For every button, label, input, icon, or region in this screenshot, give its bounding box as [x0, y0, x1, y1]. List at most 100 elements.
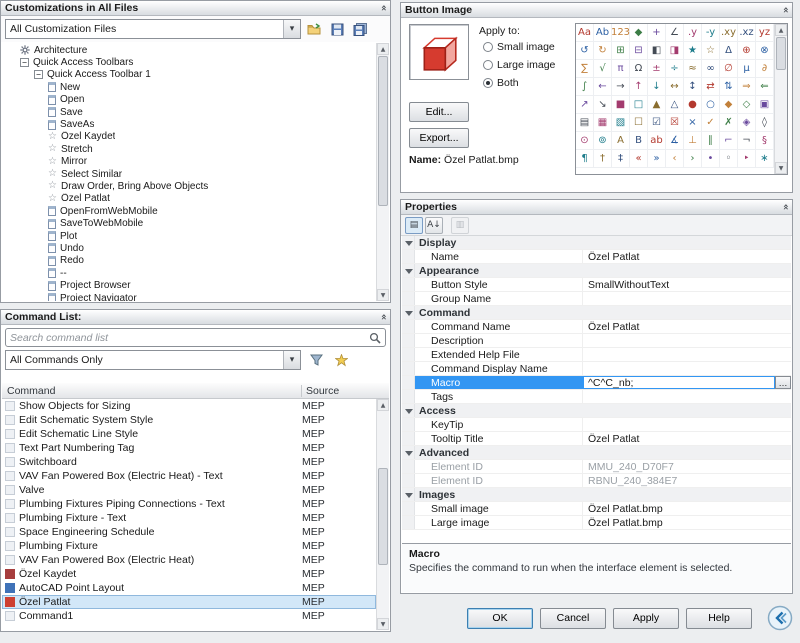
- palette-icon[interactable]: ▤: [576, 114, 594, 132]
- palette-icon[interactable]: ◨: [666, 42, 684, 60]
- palette-icon[interactable]: ab: [648, 132, 666, 150]
- property-category[interactable]: Advanced: [402, 446, 791, 460]
- command-row[interactable]: Text Part Numbering TagMEP: [2, 441, 376, 455]
- palette-icon[interactable]: ≈: [684, 60, 702, 78]
- palette-icon[interactable]: 123: [612, 24, 630, 42]
- collapse-panel-icon[interactable]: «: [780, 204, 790, 210]
- palette-icon[interactable]: ↗: [576, 96, 594, 114]
- palette-icon[interactable]: ↻: [594, 42, 612, 60]
- palette-icon[interactable]: ☒: [666, 114, 684, 132]
- palette-icon[interactable]: ⇄: [702, 78, 720, 96]
- palette-icon[interactable]: .xy: [720, 24, 738, 42]
- palette-icon[interactable]: ↘: [594, 96, 612, 114]
- palette-icon[interactable]: ›: [684, 150, 702, 168]
- property-row[interactable]: Button StyleSmallWithoutText: [402, 278, 791, 292]
- alphabetical-sort-button[interactable]: A↓: [425, 217, 443, 234]
- tree-item[interactable]: --: [2, 267, 376, 279]
- scroll-up-icon[interactable]: ▲: [377, 399, 389, 411]
- edit-image-button[interactable]: Edit...: [409, 102, 469, 122]
- property-value[interactable]: SmallWithoutText: [583, 278, 791, 291]
- scroll-down-icon[interactable]: ▼: [775, 162, 787, 174]
- palette-icon[interactable]: ¶: [576, 150, 594, 168]
- palette-icon[interactable]: ↺: [576, 42, 594, 60]
- property-value[interactable]: [583, 418, 791, 431]
- dropdown-arrow-icon[interactable]: ▾: [283, 351, 300, 369]
- radio-button-icon[interactable]: [483, 60, 493, 70]
- tree-item[interactable]: Plot: [2, 230, 376, 242]
- palette-icon[interactable]: ∡: [666, 132, 684, 150]
- category-expander-icon[interactable]: [402, 404, 415, 417]
- collapse-node-icon[interactable]: −: [34, 70, 43, 79]
- palette-icon[interactable]: »: [648, 150, 666, 168]
- property-category[interactable]: Display: [402, 236, 791, 250]
- collapse-node-icon[interactable]: −: [20, 58, 29, 67]
- command-category-dropdown[interactable]: All Commands Only ▾: [5, 350, 301, 370]
- command-row[interactable]: SwitchboardMEP: [2, 455, 376, 469]
- palette-icon[interactable]: ◦: [720, 150, 738, 168]
- help-button[interactable]: Help: [686, 608, 752, 629]
- command-row[interactable]: Edit Schematic System StyleMEP: [2, 413, 376, 427]
- tree-item[interactable]: SaveToWebMobile: [2, 217, 376, 229]
- tree-scrollbar[interactable]: ▲ ▼: [376, 43, 389, 301]
- palette-icon[interactable]: ☐: [630, 114, 648, 132]
- source-column-header[interactable]: Source: [302, 385, 389, 397]
- tree-item[interactable]: −Quick Access Toolbars: [2, 56, 376, 68]
- palette-icon[interactable]: ◧: [648, 42, 666, 60]
- tree-item[interactable]: ☆Özel Patlat: [2, 193, 376, 205]
- palette-icon[interactable]: §: [756, 132, 774, 150]
- category-expander-icon[interactable]: [402, 236, 415, 249]
- property-row[interactable]: Tooltip TitleÖzel Patlat: [402, 432, 791, 446]
- category-expander-icon[interactable]: [402, 446, 415, 459]
- palette-icon[interactable]: ⇅: [720, 78, 738, 96]
- scroll-down-icon[interactable]: ▼: [377, 618, 389, 630]
- palette-icon[interactable]: ⊗: [756, 42, 774, 60]
- palette-icon[interactable]: ▧: [612, 114, 630, 132]
- category-expander-icon[interactable]: [402, 306, 415, 319]
- palette-icon[interactable]: Aa: [576, 24, 594, 42]
- palette-icon[interactable]: ☑: [648, 114, 666, 132]
- property-value[interactable]: [583, 292, 791, 305]
- property-row[interactable]: Extended Help File: [402, 348, 791, 362]
- palette-icon[interactable]: ◆: [630, 24, 648, 42]
- property-category[interactable]: Appearance: [402, 264, 791, 278]
- tree-item[interactable]: ☆Özel Kaydet: [2, 131, 376, 143]
- palette-icon[interactable]: Ω: [630, 60, 648, 78]
- tree-item[interactable]: SaveAs: [2, 118, 376, 130]
- palette-icon[interactable]: ⌐: [720, 132, 738, 150]
- palette-icon[interactable]: ⇐: [756, 78, 774, 96]
- palette-icon[interactable]: √: [594, 60, 612, 78]
- icon-grid-scroll-thumb[interactable]: [776, 37, 786, 70]
- palette-icon[interactable]: ∥: [702, 132, 720, 150]
- palette-icon[interactable]: ◇: [738, 96, 756, 114]
- palette-icon[interactable]: ✓: [702, 114, 720, 132]
- command-row[interactable]: Özel KaydetMEP: [2, 567, 376, 581]
- tree-scroll-thumb[interactable]: [378, 56, 388, 206]
- collapse-panel-icon[interactable]: «: [378, 5, 388, 11]
- palette-icon[interactable]: ∂: [756, 60, 774, 78]
- scroll-up-icon[interactable]: ▲: [377, 43, 389, 55]
- export-image-button[interactable]: Export...: [409, 128, 469, 148]
- tree-item[interactable]: ☆Mirror: [2, 156, 376, 168]
- apply-to-option[interactable]: Both: [483, 77, 555, 89]
- palette-icon[interactable]: ●: [684, 96, 702, 114]
- property-value[interactable]: Özel Patlat.bmp: [583, 516, 791, 529]
- command-row[interactable]: Özel PatlatMEP: [2, 595, 376, 609]
- palette-icon[interactable]: ⊙: [576, 132, 594, 150]
- palette-icon[interactable]: ◊: [756, 114, 774, 132]
- property-value[interactable]: [583, 390, 791, 403]
- palette-icon[interactable]: ‹: [666, 150, 684, 168]
- tree-item[interactable]: Project Navigator: [2, 292, 376, 301]
- palette-icon[interactable]: ★: [684, 42, 702, 60]
- property-row[interactable]: Element IDMMU_240_D70F7: [402, 460, 791, 474]
- palette-icon[interactable]: +: [648, 24, 666, 42]
- command-row[interactable]: AutoCAD Point LayoutMEP: [2, 581, 376, 595]
- palette-icon[interactable]: ←: [594, 78, 612, 96]
- property-row[interactable]: KeyTip: [402, 418, 791, 432]
- customization-file-dropdown[interactable]: All Customization Files ▾: [5, 19, 301, 39]
- radio-button-icon[interactable]: [483, 42, 493, 52]
- palette-icon[interactable]: ∗: [756, 150, 774, 168]
- find-command-button[interactable]: [306, 350, 326, 370]
- palette-icon[interactable]: B: [630, 132, 648, 150]
- command-row[interactable]: Command1MEP: [2, 609, 376, 623]
- palette-icon[interactable]: ↕: [684, 78, 702, 96]
